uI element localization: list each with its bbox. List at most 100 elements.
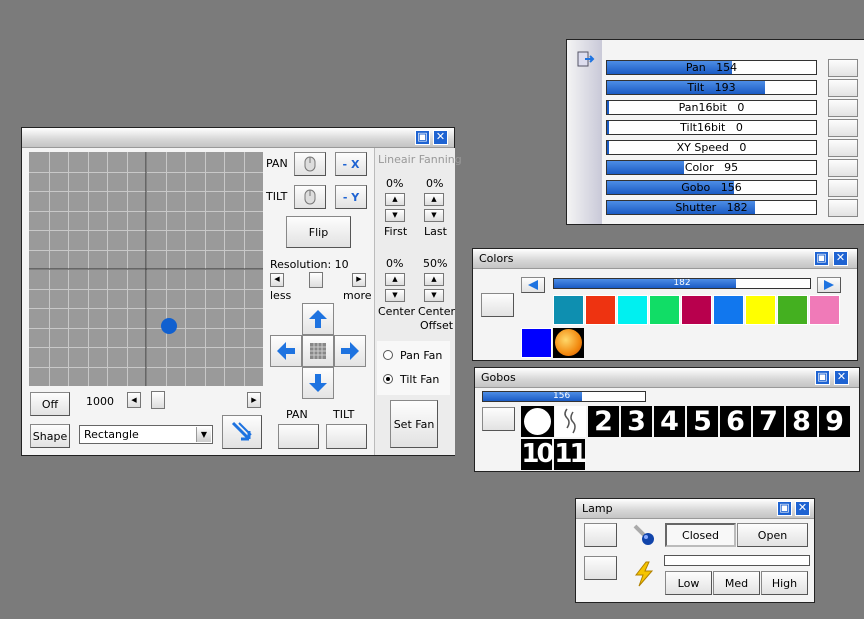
lock-icon[interactable]: ▣ xyxy=(814,251,829,266)
gobo-number-11[interactable]: 11 xyxy=(554,439,588,470)
flip-button[interactable]: Flip xyxy=(286,216,351,248)
close-icon[interactable]: ✕ xyxy=(433,130,448,145)
lamp-power-button[interactable] xyxy=(584,556,617,580)
shutter-open-button[interactable]: Open xyxy=(737,523,808,547)
gobo-number-2[interactable]: 2 xyxy=(588,406,619,437)
gobo-number-10[interactable]: 10 xyxy=(521,439,555,470)
pan-fan-radio[interactable] xyxy=(383,350,393,360)
channel-slider-pan16bit[interactable]: Pan16bit 0 xyxy=(606,100,817,115)
speed-slider-thumb[interactable] xyxy=(151,391,165,409)
channel-button-color[interactable] xyxy=(828,159,858,177)
gobos-off-button[interactable] xyxy=(482,407,515,431)
gobo-wave-pattern[interactable] xyxy=(555,406,586,437)
pan-mouse-button[interactable] xyxy=(294,152,326,176)
move-down-button[interactable] xyxy=(302,367,334,399)
center-button[interactable] xyxy=(302,335,334,367)
lamp-high-button[interactable]: High xyxy=(761,571,808,595)
channel-slider-tilt[interactable]: Tilt 193 xyxy=(606,80,817,95)
gobos-slider[interactable]: 156 xyxy=(482,391,646,402)
pan-value-box[interactable] xyxy=(278,424,319,449)
gobo-open-circle[interactable] xyxy=(521,406,554,437)
gobo-number-4[interactable]: 4 xyxy=(654,406,685,437)
lamp-low-button[interactable]: Low xyxy=(665,571,712,595)
color-swatch[interactable] xyxy=(777,295,808,325)
xy-pad-titlebar[interactable] xyxy=(22,128,454,148)
shape-button[interactable]: Shape xyxy=(30,424,70,448)
channel-button-pan[interactable] xyxy=(828,59,858,77)
channel-button-gobo[interactable] xyxy=(828,179,858,197)
lamp-shutter-button[interactable] xyxy=(584,523,617,547)
invert-x-button[interactable]: - X xyxy=(335,152,367,176)
channel-button-shutter[interactable] xyxy=(828,199,858,217)
channel-slider-tilt16bit[interactable]: Tilt16bit 0 xyxy=(606,120,817,135)
channel-button-pan16bit[interactable] xyxy=(828,99,858,117)
color-swatch[interactable] xyxy=(809,295,840,325)
center-offset-up-button[interactable]: ▲ xyxy=(424,273,444,286)
tilt-value-box[interactable] xyxy=(326,424,367,449)
center-up-button[interactable]: ▲ xyxy=(385,273,405,286)
tilt-mouse-button[interactable] xyxy=(294,185,326,209)
color-swatch[interactable] xyxy=(649,295,680,325)
colors-slider[interactable]: 182 xyxy=(553,278,811,289)
speed-decrease-button[interactable]: ◀ xyxy=(127,392,141,408)
resolution-decrease-button[interactable]: ◀ xyxy=(270,273,284,287)
color-swatch[interactable] xyxy=(681,295,712,325)
shape-select[interactable]: Rectangle ▼ xyxy=(79,425,213,444)
colors-off-button[interactable] xyxy=(481,293,514,317)
colors-prev-button[interactable] xyxy=(521,277,545,293)
gobo-number-8[interactable]: 8 xyxy=(786,406,817,437)
colors-next-button[interactable] xyxy=(817,277,841,293)
position-dot[interactable] xyxy=(161,318,177,334)
gobo-number-7[interactable]: 7 xyxy=(753,406,784,437)
channel-button-xy-speed[interactable] xyxy=(828,139,858,157)
gobos-titlebar[interactable]: Gobos xyxy=(475,368,859,388)
move-left-button[interactable] xyxy=(270,335,302,367)
last-down-button[interactable]: ▼ xyxy=(424,209,444,222)
color-swatch[interactable] xyxy=(617,295,648,325)
resolution-slider-thumb[interactable] xyxy=(309,272,323,288)
resolution-increase-button[interactable]: ▶ xyxy=(352,273,366,287)
close-icon[interactable]: ✕ xyxy=(834,370,849,385)
channel-slider-gobo[interactable]: Gobo 156 xyxy=(606,180,817,195)
chevron-down-icon[interactable]: ▼ xyxy=(196,427,211,442)
channel-slider-xy-speed[interactable]: XY Speed 0 xyxy=(606,140,817,155)
lamp-med-button[interactable]: Med xyxy=(713,571,760,595)
shutter-closed-button[interactable]: Closed xyxy=(665,523,736,547)
tilt-fan-radio[interactable] xyxy=(383,374,393,384)
xy-position-grid[interactable] xyxy=(29,152,263,386)
first-up-button[interactable]: ▲ xyxy=(385,193,405,206)
color-swatch[interactable] xyxy=(585,295,616,325)
channel-slider-shutter[interactable]: Shutter 182 xyxy=(606,200,817,215)
gobo-number-5[interactable]: 5 xyxy=(687,406,718,437)
exit-icon[interactable] xyxy=(577,51,595,67)
colors-titlebar[interactable]: Colors xyxy=(473,249,857,269)
swap-direction-button[interactable] xyxy=(222,415,262,449)
color-swatch-blue[interactable] xyxy=(521,328,552,358)
close-icon[interactable]: ✕ xyxy=(795,501,810,516)
color-swatch[interactable] xyxy=(745,295,776,325)
lock-icon[interactable]: ▣ xyxy=(815,370,830,385)
color-swatch[interactable] xyxy=(713,295,744,325)
channel-button-tilt[interactable] xyxy=(828,79,858,97)
invert-y-button[interactable]: - Y xyxy=(335,185,367,209)
channel-button-tilt16bit[interactable] xyxy=(828,119,858,137)
gobo-number-9[interactable]: 9 xyxy=(819,406,850,437)
first-down-button[interactable]: ▼ xyxy=(385,209,405,222)
move-right-button[interactable] xyxy=(334,335,366,367)
center-offset-down-button[interactable]: ▼ xyxy=(424,289,444,302)
speed-increase-button[interactable]: ▶ xyxy=(247,392,261,408)
close-icon[interactable]: ✕ xyxy=(833,251,848,266)
move-up-button[interactable] xyxy=(302,303,334,335)
color-swatch-sun[interactable] xyxy=(553,328,584,358)
channel-slider-pan[interactable]: Pan 154 xyxy=(606,60,817,75)
last-up-button[interactable]: ▲ xyxy=(424,193,444,206)
off-button[interactable]: Off xyxy=(30,392,70,416)
center-down-button[interactable]: ▼ xyxy=(385,289,405,302)
gobo-number-3[interactable]: 3 xyxy=(621,406,652,437)
color-swatch[interactable] xyxy=(553,295,584,325)
lock-icon[interactable]: ▣ xyxy=(777,501,792,516)
gobo-number-6[interactable]: 6 xyxy=(720,406,751,437)
channel-slider-color[interactable]: Color 95 xyxy=(606,160,817,175)
set-fan-button[interactable]: Set Fan xyxy=(390,400,438,448)
lock-icon[interactable]: ▣ xyxy=(415,130,430,145)
